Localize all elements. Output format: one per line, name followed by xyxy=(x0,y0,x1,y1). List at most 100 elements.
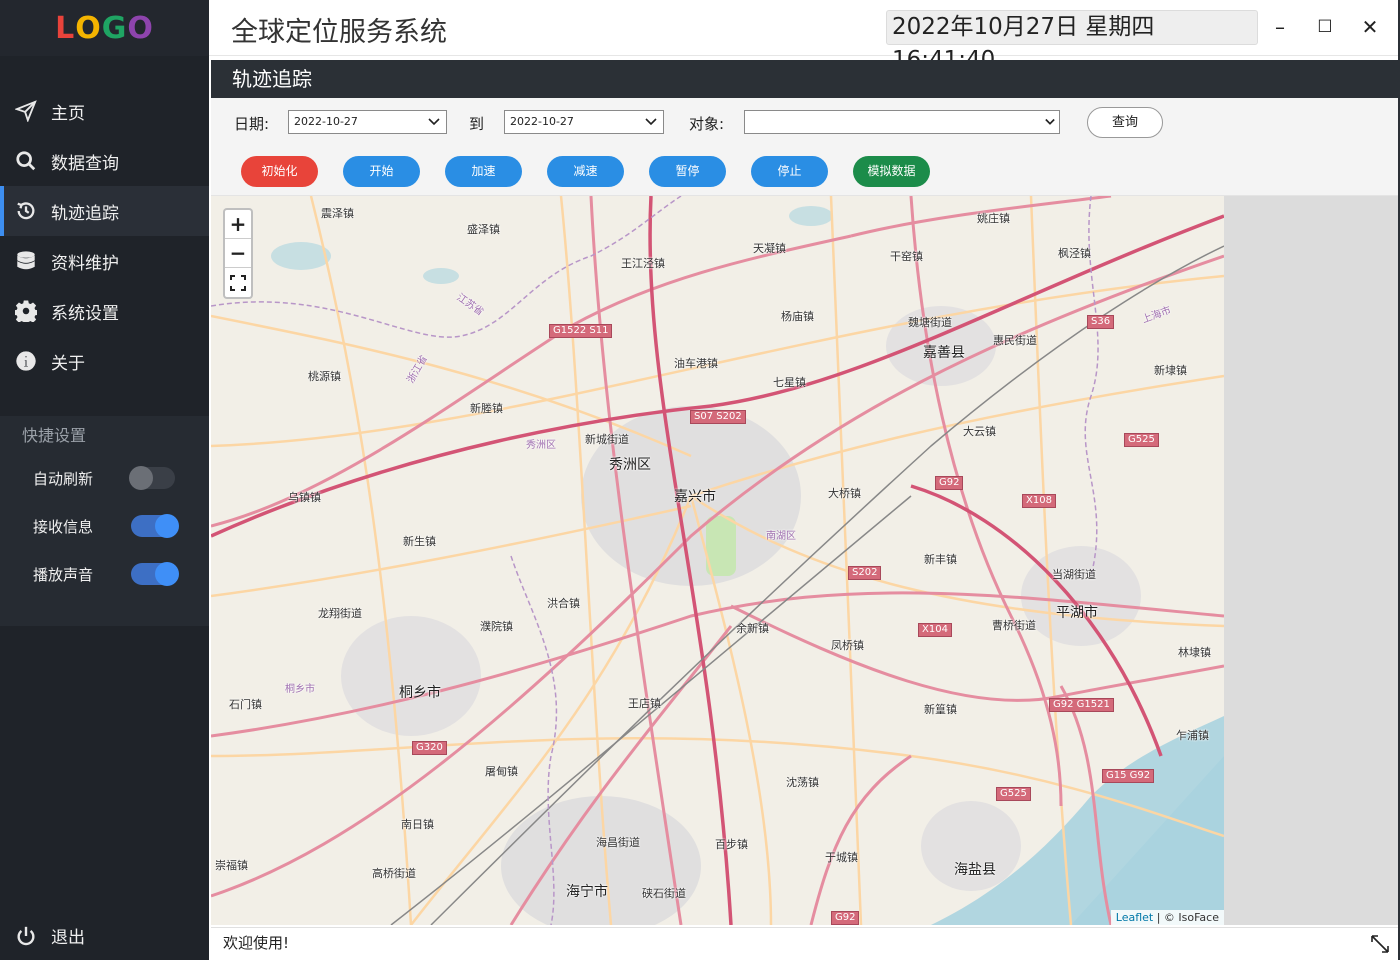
app-window: LOGO 主页 数据查询 轨迹追踪 资料维护 系统设置 关于 快捷设置 自动刷新… xyxy=(0,0,1400,960)
logo: LOGO xyxy=(0,0,209,56)
fullscreen-icon xyxy=(230,274,246,291)
receive-messages-toggle[interactable] xyxy=(131,514,179,538)
map-place-label: 桃源镇 xyxy=(308,370,341,383)
date-from-value: 2022-10-27 xyxy=(294,115,358,128)
quick-row-play-sound: 播放声音 xyxy=(0,550,209,598)
map-place-label: 新塍镇 xyxy=(470,402,503,415)
map-place-label: 盛泽镇 xyxy=(467,223,500,236)
leaflet-link[interactable]: Leaflet xyxy=(1116,911,1153,924)
history-icon xyxy=(14,199,38,223)
simulate-data-button[interactable]: 模拟数据 xyxy=(853,156,930,187)
logout-button[interactable]: 退出 xyxy=(14,923,85,948)
quick-settings-title: 快捷设置 xyxy=(22,426,87,445)
map-place-label: 天凝镇 xyxy=(753,242,786,255)
attribution-text: | © IsoFace xyxy=(1153,911,1219,924)
road-shield: S07 S202 xyxy=(690,410,746,424)
road-shield: G92 xyxy=(831,911,860,925)
sidebar-nav: 主页 数据查询 轨迹追踪 资料维护 系统设置 关于 xyxy=(0,86,209,386)
map-place-label: 硖石街道 xyxy=(642,887,686,900)
map-base-layer xyxy=(211,196,1224,925)
date-to-picker[interactable]: 2022-10-27 xyxy=(504,110,664,134)
logo-letter: O xyxy=(75,10,102,46)
object-label: 对象: xyxy=(689,115,725,133)
map-place-label: 枫泾镇 xyxy=(1058,247,1091,260)
map-place-label: 大云镇 xyxy=(963,425,996,438)
map-place-label: 洪合镇 xyxy=(547,597,580,610)
resize-icon[interactable] xyxy=(1370,934,1390,954)
play-sound-toggle[interactable] xyxy=(131,562,179,586)
map-place-label: 平湖市 xyxy=(1056,605,1098,621)
quick-row-auto-refresh: 自动刷新 xyxy=(0,454,209,502)
maximize-button[interactable]: ☐ xyxy=(1310,12,1340,42)
sidebar-item-track[interactable]: 轨迹追踪 xyxy=(0,186,209,236)
to-label: 到 xyxy=(469,115,485,133)
map-attribution: Leaflet | © IsoFace xyxy=(1110,910,1224,925)
speed-up-button[interactable]: 加速 xyxy=(445,156,522,187)
sidebar-item-data-query[interactable]: 数据查询 xyxy=(0,136,209,186)
map-place-label: 新篁镇 xyxy=(924,703,957,716)
auto-refresh-toggle[interactable] xyxy=(129,466,175,490)
zoom-out-button[interactable]: − xyxy=(225,239,251,268)
minimize-button[interactable]: – xyxy=(1265,12,1295,42)
map-place-label: 乌镇镇 xyxy=(288,491,321,504)
map-place-label: 林埭镇 xyxy=(1178,646,1211,659)
map-place-label: 南日镇 xyxy=(401,818,434,831)
toggle-label: 接收信息 xyxy=(33,517,94,536)
chevron-down-icon xyxy=(645,118,657,126)
map-place-label: 杨庙镇 xyxy=(781,310,814,323)
sidebar-item-home[interactable]: 主页 xyxy=(0,86,209,136)
pause-button[interactable]: 暂停 xyxy=(649,156,726,187)
sidebar-item-data-maintenance[interactable]: 资料维护 xyxy=(0,236,209,286)
query-panel: 日期: 2022-10-27 到 2022-10-27 对象: 查询 初始化 开… xyxy=(211,98,1398,196)
map-place-label: 沈荡镇 xyxy=(786,776,819,789)
toggle-knob xyxy=(155,514,179,538)
road-shield: G92 xyxy=(935,476,964,490)
logo-letter: O xyxy=(127,10,154,46)
road-shield: X108 xyxy=(1022,494,1056,508)
map-place-label: 石门镇 xyxy=(229,698,262,711)
status-bar: 欢迎使用! xyxy=(211,927,1398,958)
search-icon xyxy=(14,149,38,173)
close-button[interactable]: ✕ xyxy=(1355,12,1385,42)
zoom-in-button[interactable]: + xyxy=(225,210,251,239)
road-shield: G525 xyxy=(1124,433,1159,447)
map-place-label: 海盐县 xyxy=(954,862,996,878)
date-from-picker[interactable]: 2022-10-27 xyxy=(288,110,447,134)
logo-letter: G xyxy=(101,10,128,46)
map-zoom-control: + − xyxy=(223,208,253,299)
object-select[interactable] xyxy=(744,110,1060,134)
sidebar-item-label: 轨迹追踪 xyxy=(51,203,119,224)
logout-label: 退出 xyxy=(51,928,85,948)
map-place-label: 崇福镇 xyxy=(215,859,248,872)
start-button[interactable]: 开始 xyxy=(343,156,420,187)
road-shield: G1522 S11 xyxy=(549,324,613,338)
map-place-label: 嘉兴市 xyxy=(674,489,716,505)
sidebar-item-settings[interactable]: 系统设置 xyxy=(0,286,209,336)
map-district-label: 南湖区 xyxy=(766,531,796,542)
status-message: 欢迎使用! xyxy=(223,934,290,952)
map-district-label: 秀洲区 xyxy=(526,440,556,451)
sidebar-item-about[interactable]: 关于 xyxy=(0,336,209,386)
map-place-label: 干窑镇 xyxy=(890,250,923,263)
fullscreen-button[interactable] xyxy=(225,268,251,297)
database-icon xyxy=(14,249,38,273)
map-place-label: 魏塘街道 xyxy=(908,316,952,329)
map-place-label: 当湖街道 xyxy=(1052,568,1096,581)
map-place-label: 新城街道 xyxy=(585,433,629,446)
title-bar: 全球定位服务系统 2022年10月27日 星期四 16:41:40 – ☐ ✕ xyxy=(209,0,1400,73)
map-place-label: 新丰镇 xyxy=(924,553,957,566)
map-place-label: 濮院镇 xyxy=(480,620,513,633)
quick-row-receive-messages: 接收信息 xyxy=(0,502,209,550)
sidebar-item-label: 系统设置 xyxy=(51,303,119,324)
init-button[interactable]: 初始化 xyxy=(241,156,318,187)
map-place-label: 油车港镇 xyxy=(674,357,718,370)
quick-settings: 快捷设置 自动刷新 接收信息 播放声音 xyxy=(0,416,209,626)
map-view[interactable]: 震泽镇 盛泽镇 王江泾镇 天凝镇 干窑镇 姚庄镇 枫泾镇 杨庙镇 魏塘街道 嘉善… xyxy=(211,196,1224,925)
slow-down-button[interactable]: 减速 xyxy=(547,156,624,187)
stop-button[interactable]: 停止 xyxy=(751,156,828,187)
sidebar-item-label: 关于 xyxy=(51,353,85,374)
query-button[interactable]: 查询 xyxy=(1087,107,1163,138)
road-shield: S202 xyxy=(848,566,882,580)
map-place-label: 惠民街道 xyxy=(993,334,1037,347)
chevron-down-icon xyxy=(1045,118,1055,125)
